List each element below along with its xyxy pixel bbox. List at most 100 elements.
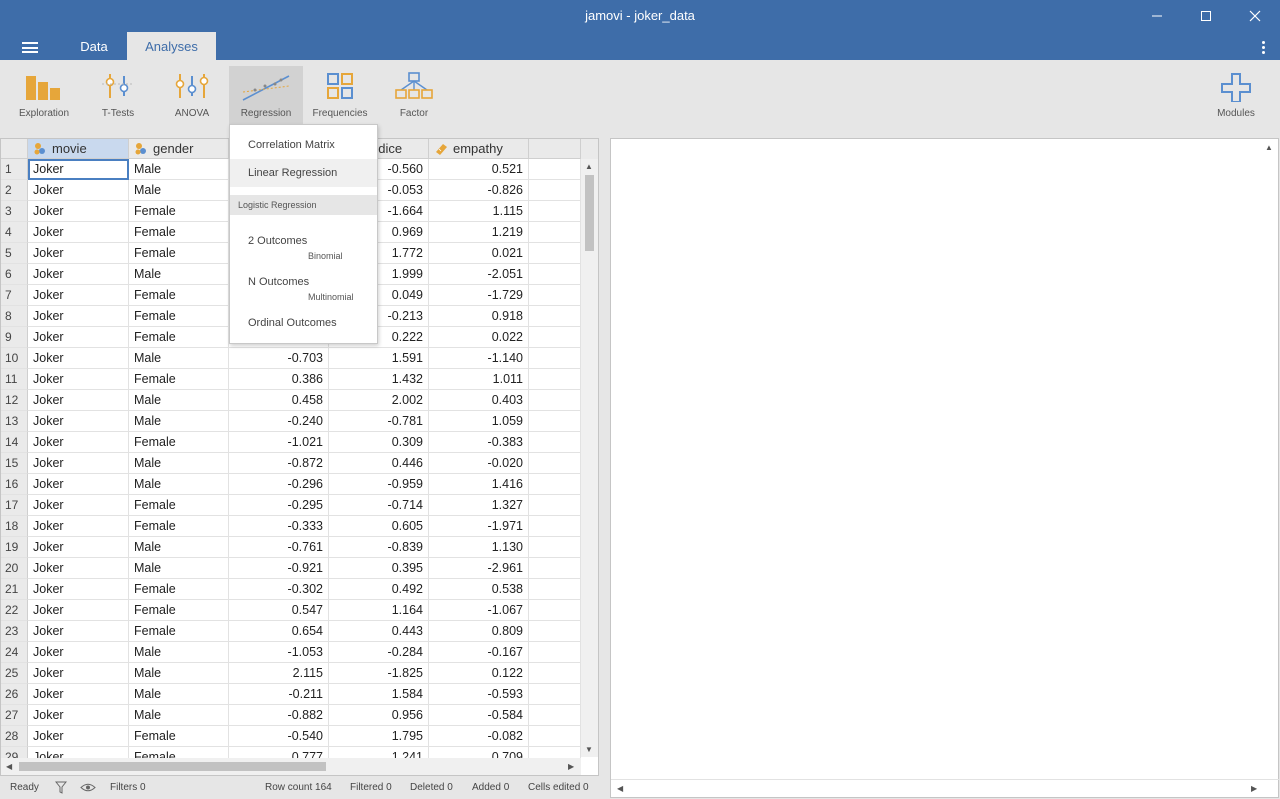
cell-col3[interactable]: -0.761	[229, 537, 329, 558]
cell-gender[interactable]: Male	[129, 180, 229, 201]
cell-col3[interactable]: 0.547	[229, 600, 329, 621]
cell-movie[interactable]: Joker	[28, 411, 129, 432]
cell-empty[interactable]	[529, 390, 581, 411]
cell-movie[interactable]: Joker	[28, 537, 129, 558]
cell-empty[interactable]	[529, 495, 581, 516]
cell-empathy[interactable]: -1.971	[429, 516, 529, 537]
eye-icon[interactable]	[80, 782, 96, 793]
cell-udice[interactable]: 1.164	[329, 600, 429, 621]
cell-empathy[interactable]: -0.584	[429, 705, 529, 726]
cell-gender[interactable]: Male	[129, 474, 229, 495]
cell-gender[interactable]: Male	[129, 264, 229, 285]
cell-movie[interactable]: Joker	[28, 432, 129, 453]
cell-empathy[interactable]: 1.011	[429, 369, 529, 390]
cell-empty[interactable]	[529, 432, 581, 453]
cell-gender[interactable]: Male	[129, 159, 229, 180]
cell-empathy[interactable]: 0.521	[429, 159, 529, 180]
cell-gender[interactable]: Female	[129, 579, 229, 600]
cell-movie[interactable]: Joker	[28, 474, 129, 495]
cell-empathy[interactable]: 0.122	[429, 663, 529, 684]
close-button[interactable]	[1232, 0, 1278, 32]
cell-movie[interactable]: Joker	[28, 243, 129, 264]
cell-empty[interactable]	[529, 516, 581, 537]
scroll-up-icon[interactable]: ▲	[585, 162, 593, 171]
cell-empty[interactable]	[529, 222, 581, 243]
cell-empty[interactable]	[529, 474, 581, 495]
menu-item-linear-regression[interactable]: Linear Regression	[230, 159, 377, 187]
cell-empathy[interactable]: 0.021	[429, 243, 529, 264]
cell-empty[interactable]	[529, 600, 581, 621]
cell-movie[interactable]: Joker	[28, 222, 129, 243]
cell-gender[interactable]: Male	[129, 642, 229, 663]
cell-col3[interactable]: -0.333	[229, 516, 329, 537]
cell-udice[interactable]: -0.839	[329, 537, 429, 558]
cell-udice[interactable]: 0.492	[329, 579, 429, 600]
cell-empathy[interactable]: 0.918	[429, 306, 529, 327]
cell-gender[interactable]: Female	[129, 369, 229, 390]
cell-col3[interactable]: -0.295	[229, 495, 329, 516]
cell-empty[interactable]	[529, 411, 581, 432]
menu-item-n-outcomes[interactable]: N Outcomes	[230, 276, 377, 288]
cell-col3[interactable]: -0.872	[229, 453, 329, 474]
cell-gender[interactable]: Male	[129, 390, 229, 411]
cell-movie[interactable]: Joker	[28, 495, 129, 516]
cell-empathy[interactable]: -2.961	[429, 558, 529, 579]
cell-gender[interactable]: Female	[129, 516, 229, 537]
more-options-icon[interactable]	[1262, 41, 1265, 56]
cell-empty[interactable]	[529, 642, 581, 663]
cell-gender[interactable]: Male	[129, 705, 229, 726]
cell-gender[interactable]: Female	[129, 495, 229, 516]
cell-col3[interactable]: 0.458	[229, 390, 329, 411]
ttests-button[interactable]: T-Tests	[92, 66, 144, 124]
cell-movie[interactable]: Joker	[28, 264, 129, 285]
scroll-left-icon[interactable]: ◀	[6, 762, 12, 771]
cell-udice[interactable]: 0.443	[329, 621, 429, 642]
cell-udice[interactable]: -0.714	[329, 495, 429, 516]
cell-movie[interactable]: Joker	[28, 306, 129, 327]
cell-empty[interactable]	[529, 264, 581, 285]
cell-empty[interactable]	[529, 663, 581, 684]
cell-col3[interactable]: -0.921	[229, 558, 329, 579]
cell-col3[interactable]: 0.654	[229, 621, 329, 642]
cell-empty[interactable]	[529, 180, 581, 201]
cell-empty[interactable]	[529, 327, 581, 348]
cell-empathy[interactable]: 1.219	[429, 222, 529, 243]
cell-empathy[interactable]: -1.729	[429, 285, 529, 306]
minimize-button[interactable]	[1134, 0, 1180, 32]
cell-udice[interactable]: -0.284	[329, 642, 429, 663]
frequencies-button[interactable]: Frequencies	[308, 66, 372, 124]
scroll-right-icon[interactable]: ▶	[568, 762, 574, 771]
cell-movie[interactable]: Joker	[28, 579, 129, 600]
cell-gender[interactable]: Male	[129, 411, 229, 432]
tab-analyses[interactable]: Analyses	[127, 32, 216, 60]
cell-movie[interactable]: Joker	[28, 642, 129, 663]
scroll-right-icon[interactable]: ▶	[1251, 784, 1257, 793]
cell-empathy[interactable]: -0.593	[429, 684, 529, 705]
column-header-empty[interactable]	[529, 139, 581, 159]
cell-empty[interactable]	[529, 348, 581, 369]
cell-empty[interactable]	[529, 243, 581, 264]
cell-movie[interactable]: Joker	[28, 369, 129, 390]
cell-udice[interactable]: 2.002	[329, 390, 429, 411]
cell-col3[interactable]: -0.240	[229, 411, 329, 432]
cell-gender[interactable]: Female	[129, 201, 229, 222]
cell-udice[interactable]: 1.795	[329, 726, 429, 747]
cell-empty[interactable]	[529, 453, 581, 474]
cell-udice[interactable]: 0.605	[329, 516, 429, 537]
cell-movie[interactable]: Joker	[28, 180, 129, 201]
cell-movie[interactable]: Joker	[28, 390, 129, 411]
cell-empathy[interactable]: 0.022	[429, 327, 529, 348]
cell-udice[interactable]: 1.584	[329, 684, 429, 705]
cell-empty[interactable]	[529, 159, 581, 180]
cell-gender[interactable]: Male	[129, 558, 229, 579]
cell-empathy[interactable]: -0.167	[429, 642, 529, 663]
cell-movie[interactable]: Joker	[28, 159, 129, 180]
cell-movie[interactable]: Joker	[28, 201, 129, 222]
cell-empty[interactable]	[529, 705, 581, 726]
horizontal-scroll-thumb[interactable]	[19, 762, 326, 771]
horizontal-scrollbar[interactable]: ◀ ▶	[1, 758, 581, 775]
cell-udice[interactable]: 0.956	[329, 705, 429, 726]
cell-gender[interactable]: Male	[129, 537, 229, 558]
cell-movie[interactable]: Joker	[28, 516, 129, 537]
cell-gender[interactable]: Female	[129, 306, 229, 327]
